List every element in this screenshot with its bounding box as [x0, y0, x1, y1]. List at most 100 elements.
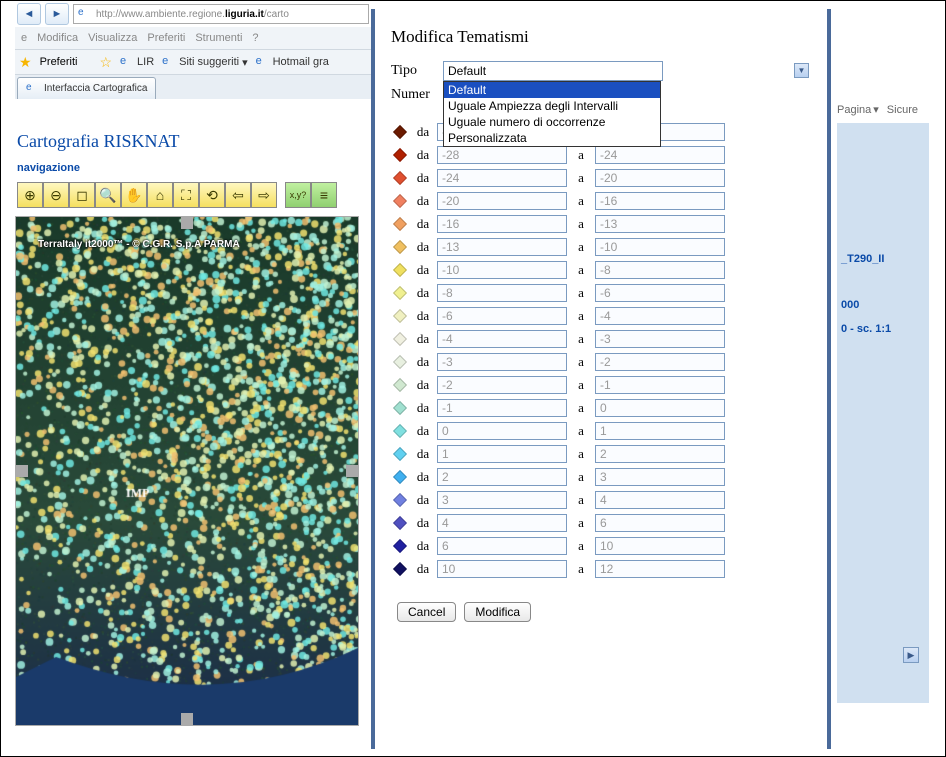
menu-modifica[interactable]: Modifica [37, 32, 78, 44]
range-from-input[interactable] [437, 307, 567, 325]
range-to-input[interactable] [595, 445, 725, 463]
range-to-input[interactable] [595, 330, 725, 348]
range-from-input[interactable] [437, 491, 567, 509]
range-color-icon [393, 378, 407, 392]
da-label: da [415, 147, 431, 163]
da-label: da [415, 124, 431, 140]
tool-extent[interactable]: ⛶ [173, 182, 199, 208]
pagina-menu[interactable]: Pagina ▾ [837, 103, 879, 116]
menu-visualizza[interactable]: Visualizza [88, 32, 137, 44]
tool-prev[interactable]: ⟲ [199, 182, 225, 208]
menu-file[interactable]: e [21, 32, 27, 44]
range-from-input[interactable] [437, 399, 567, 417]
tipo-option[interactable]: Default [444, 82, 660, 98]
right-item-3[interactable]: 0 - sc. 1:1 [841, 323, 891, 335]
range-from-input[interactable] [437, 146, 567, 164]
nav-label: navigazione [15, 158, 371, 178]
range-from-input[interactable] [437, 238, 567, 256]
range-to-input[interactable] [595, 560, 725, 578]
range-to-input[interactable] [595, 422, 725, 440]
tool-zoom-full[interactable]: 🔍 [95, 182, 121, 208]
tipo-select[interactable]: ▼ DefaultUguale Ampiezza degli Intervall… [443, 61, 811, 81]
range-to-input[interactable] [595, 307, 725, 325]
map-handle-w[interactable] [16, 465, 28, 477]
tool-xy[interactable]: x,y? [285, 182, 311, 208]
range-to-input[interactable] [595, 468, 725, 486]
da-label: da [415, 400, 431, 416]
menu-preferiti[interactable]: Preferiti [147, 32, 185, 44]
tool-zoom-box[interactable]: ◻ [69, 182, 95, 208]
range-to-input[interactable] [595, 146, 725, 164]
range-from-input[interactable] [437, 284, 567, 302]
range-from-input[interactable] [437, 215, 567, 233]
tab-interfaccia[interactable]: e Interfaccia Cartografica [17, 77, 156, 99]
range-to-input[interactable] [595, 261, 725, 279]
tool-pan[interactable]: ✋ [121, 182, 147, 208]
range-from-input[interactable] [437, 514, 567, 532]
nav-back-button[interactable]: ◄ [17, 3, 41, 25]
map-handle-n[interactable] [181, 217, 193, 229]
range-from-input[interactable] [437, 376, 567, 394]
tipo-input[interactable] [443, 61, 663, 81]
range-to-input[interactable] [595, 537, 725, 555]
range-from-input[interactable] [437, 445, 567, 463]
range-to-input[interactable] [595, 376, 725, 394]
cancel-button[interactable]: Cancel [397, 602, 456, 622]
favorites-label[interactable]: Preferiti [40, 56, 78, 68]
range-from-input[interactable] [437, 468, 567, 486]
range-color-icon [393, 194, 407, 208]
favorites-star-icon[interactable]: ★ [19, 54, 32, 71]
tipo-option[interactable]: Uguale Ampiezza degli Intervalli [444, 98, 660, 114]
tool-zoom-out[interactable]: ⊖ [43, 182, 69, 208]
scroll-right-button[interactable]: ▶ [903, 647, 919, 663]
range-to-input[interactable] [595, 514, 725, 532]
right-item-1[interactable]: _T290_II [841, 253, 884, 265]
right-item-2[interactable]: 000 [841, 299, 859, 311]
sicure-menu[interactable]: Sicure [887, 103, 918, 116]
browser-nav-bar: ◄ ► e http://www.ambiente.regione.liguri… [15, 1, 371, 27]
nav-forward-button[interactable]: ► [45, 3, 69, 25]
range-from-input[interactable] [437, 353, 567, 371]
range-from-input[interactable] [437, 169, 567, 187]
range-to-input[interactable] [595, 284, 725, 302]
tool-zoom-in[interactable]: ⊕ [17, 182, 43, 208]
url-bar[interactable]: e http://www.ambiente.regione.liguria.it… [73, 4, 369, 24]
range-to-input[interactable] [595, 238, 725, 256]
da-label: da [415, 331, 431, 347]
range-to-input[interactable] [595, 192, 725, 210]
map-canvas[interactable]: TerraItaly it2000™ - © C.G.R. S.p.A PARM… [15, 216, 359, 726]
range-to-input[interactable] [595, 399, 725, 417]
fav-hotmail[interactable]: eHotmail gra [256, 55, 329, 69]
tool-info[interactable]: ≡ [311, 182, 337, 208]
range-color-icon [393, 125, 407, 139]
a-label: a [573, 423, 589, 439]
range-to-input[interactable] [595, 491, 725, 509]
range-to-input[interactable] [595, 353, 725, 371]
range-to-input[interactable] [595, 169, 725, 187]
range-to-input[interactable] [595, 215, 725, 233]
fav-lir[interactable]: eLIR [120, 55, 154, 69]
menu-strumenti[interactable]: Strumenti [195, 32, 242, 44]
range-from-input[interactable] [437, 422, 567, 440]
range-from-input[interactable] [437, 192, 567, 210]
da-label: da [415, 492, 431, 508]
range-row: daa [391, 236, 811, 258]
tool-right[interactable]: ⇨ [251, 182, 277, 208]
map-handle-s[interactable] [181, 713, 193, 725]
chevron-down-icon[interactable]: ▼ [794, 63, 809, 78]
map-handle-e[interactable] [346, 465, 358, 477]
tool-home[interactable]: ⌂ [147, 182, 173, 208]
range-from-input[interactable] [437, 537, 567, 555]
modifica-button[interactable]: Modifica [464, 602, 531, 622]
range-row: daa [391, 466, 811, 488]
tool-left[interactable]: ⇦ [225, 182, 251, 208]
range-from-input[interactable] [437, 261, 567, 279]
range-from-input[interactable] [437, 560, 567, 578]
da-label: da [415, 262, 431, 278]
menu-help[interactable]: ? [252, 32, 258, 44]
range-from-input[interactable] [437, 330, 567, 348]
tipo-option[interactable]: Uguale numero di occorrenze [444, 114, 660, 130]
fav-siti[interactable]: eSiti suggeriti ▾ [162, 55, 247, 69]
range-color-icon [393, 171, 407, 185]
tipo-option[interactable]: Personalizzata [444, 130, 660, 146]
